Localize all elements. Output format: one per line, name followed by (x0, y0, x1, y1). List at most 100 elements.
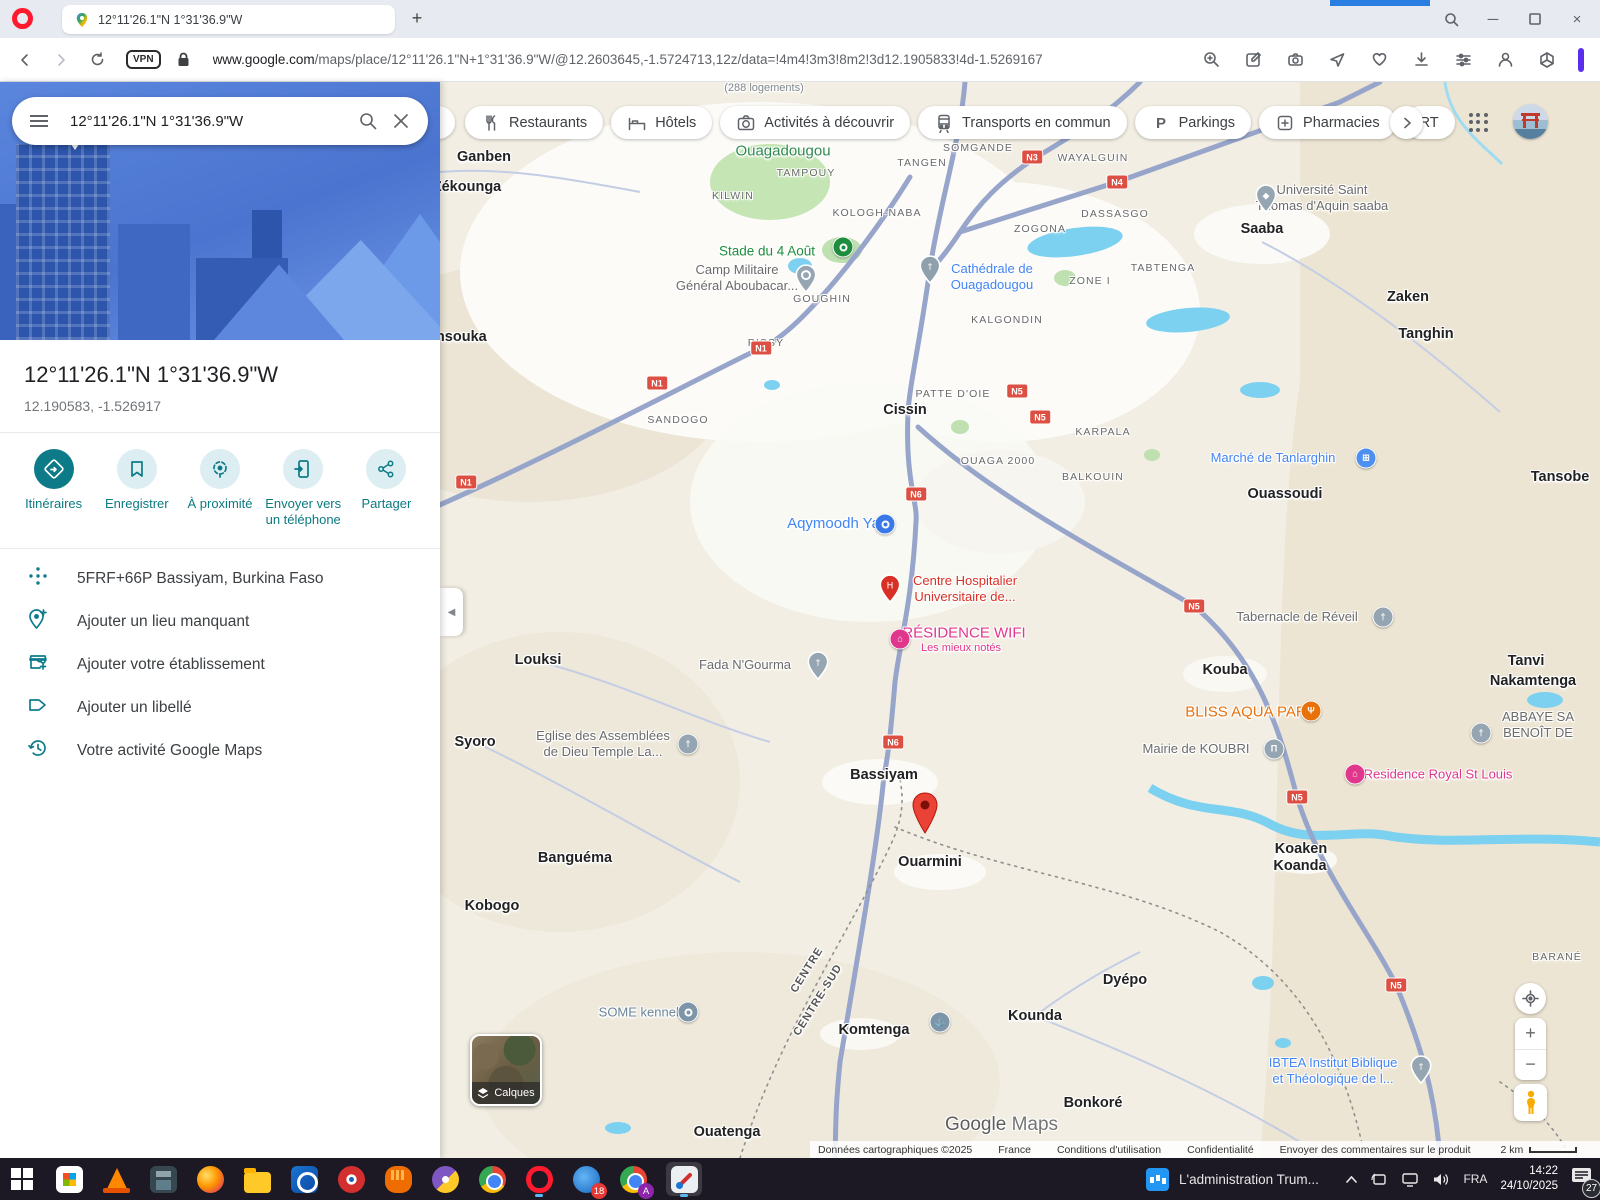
chip-h-tels[interactable]: Hôtels (611, 106, 712, 139)
reload-button[interactable] (82, 45, 112, 75)
new-tab-button[interactable]: + (405, 7, 429, 31)
action-directions-button[interactable]: Itinéraires (12, 449, 95, 528)
layers-icon (477, 1087, 489, 1099)
link-add-business[interactable]: Ajouter votre établissement (0, 643, 440, 686)
action-nearby-button[interactable]: À proximité (178, 449, 261, 528)
network-icon[interactable] (1401, 1172, 1419, 1187)
taskbar-hand-app-icon[interactable] (384, 1162, 412, 1196)
chips-scroll-right-button[interactable] (1390, 106, 1423, 139)
taskbar-profile-browser-icon[interactable]: A (619, 1162, 647, 1196)
link-history[interactable]: Votre activité Google Maps (0, 729, 440, 772)
search-box[interactable]: 12°11'26.1"N 1°31'36.9"W (12, 97, 428, 145)
browser-tab[interactable]: 12°11'26.1"N 1°31'36.9"W (62, 5, 395, 34)
attribution-item[interactable]: France (998, 1144, 1031, 1156)
clock[interactable]: 14:2224/10/2025 (1500, 1164, 1558, 1194)
extensions-sliders-icon[interactable] (1448, 45, 1478, 75)
download-icon[interactable] (1406, 45, 1436, 75)
camera-icon[interactable] (1280, 45, 1310, 75)
account-avatar[interactable] (1513, 104, 1548, 139)
category-chips: Restaurants Hôtels Activités à découvrir Tr… (465, 106, 1455, 139)
taskbar-windows-start-icon[interactable] (8, 1162, 36, 1196)
opera-logo-icon[interactable] (12, 8, 33, 29)
attribution-item[interactable]: Confidentialité (1187, 1144, 1254, 1156)
zoom-out-button[interactable]: − (1515, 1050, 1546, 1081)
chip-label: Transports en commun (962, 115, 1111, 131)
google-apps-icon[interactable] (1469, 113, 1488, 132)
taskbar-file-explorer-icon[interactable] (243, 1162, 271, 1196)
add-business-icon (27, 651, 49, 678)
back-button[interactable] (10, 45, 40, 75)
send-icon[interactable] (1322, 45, 1352, 75)
window-maximize-button[interactable] (1520, 4, 1550, 34)
taskbar-snipping-tool-icon[interactable] (666, 1162, 702, 1196)
chip-label: Restaurants (509, 115, 587, 131)
attribution-item[interactable]: Données cartographiques ©2025 (818, 1144, 972, 1156)
volume-icon[interactable] (1432, 1172, 1450, 1187)
tab-search-icon[interactable] (1436, 4, 1466, 34)
share-icon (366, 449, 406, 489)
menu-icon[interactable] (30, 115, 48, 127)
vpn-badge[interactable]: VPN (126, 50, 161, 69)
collapse-panel-button[interactable]: ◀ (440, 588, 463, 636)
taskbar-focus-app-icon[interactable] (431, 1162, 459, 1196)
chip-pharmacies[interactable]: Pharmacies (1259, 106, 1396, 139)
notification-center-button[interactable]: 27 (1571, 1167, 1592, 1191)
taskbar-red-browser-icon[interactable] (337, 1162, 365, 1196)
keyboard-language[interactable]: FRA (1463, 1172, 1487, 1186)
taskbar-vlc-icon[interactable] (102, 1162, 130, 1196)
close-search-icon[interactable] (392, 112, 410, 130)
link-add-place[interactable]: Ajouter un lieu manquant (0, 600, 440, 643)
pegman-button[interactable] (1514, 1084, 1547, 1121)
notification-badge: 27 (1582, 1179, 1600, 1198)
taskbar-firefox-icon[interactable] (196, 1162, 224, 1196)
cast-icon[interactable] (1371, 1172, 1388, 1187)
taskbar-thunderbird-icon[interactable]: 18 (572, 1162, 600, 1196)
layers-button[interactable]: Calques (470, 1034, 542, 1106)
chip-label: Hôtels (655, 115, 696, 131)
chip-transports-en-commun[interactable]: Transports en commun (918, 106, 1127, 139)
sidebar-panel-icon[interactable] (1532, 45, 1562, 75)
browser-tabstrip: 12°11'26.1"N 1°31'36.9"W + ─ × (0, 0, 1600, 38)
heart-icon[interactable] (1364, 45, 1394, 75)
taskbar-outlook-icon[interactable] (290, 1162, 318, 1196)
action-send-phone-button[interactable]: Envoyer vers un téléphone (262, 449, 345, 528)
profile-icon[interactable] (1490, 45, 1520, 75)
tray-expand-icon[interactable] (1345, 1175, 1358, 1184)
url-text[interactable]: www.google.com/maps/place/12°11'26.1"N+1… (213, 52, 1196, 67)
taskbar-chrome-icon[interactable] (478, 1162, 506, 1196)
chip-restaurants[interactable]: Restaurants (465, 106, 603, 139)
attribution-item[interactable]: Conditions d'utilisation (1057, 1144, 1161, 1156)
taskbar-badge: 18 (591, 1183, 607, 1199)
search-icon[interactable] (358, 111, 378, 131)
my-location-button[interactable] (1515, 983, 1546, 1014)
chip-label: Activités à découvrir (764, 115, 894, 131)
transit-icon (934, 113, 954, 133)
forward-button[interactable] (46, 45, 76, 75)
add-place-icon (27, 608, 49, 635)
chip-activit-s-d-couvrir[interactable]: Activités à découvrir (720, 106, 910, 139)
action-label: Envoyer vers un téléphone (263, 496, 343, 528)
chip-parkings[interactable]: PParkings (1135, 106, 1251, 139)
taskbar-calculator-icon[interactable] (149, 1162, 177, 1196)
taskbar-microsoft-store-icon[interactable] (55, 1162, 83, 1196)
taskbar-news-widget[interactable]: L'administration Trum... (1146, 1158, 1319, 1200)
attribution-item[interactable]: Envoyer des commentaires sur le produit (1280, 1144, 1471, 1156)
action-share-button[interactable]: Partager (345, 449, 428, 528)
destination-pin-icon[interactable] (910, 791, 940, 835)
lock-icon[interactable] (169, 45, 199, 75)
zoom-in-button[interactable]: + (1515, 1018, 1546, 1050)
window-minimize-button[interactable]: ─ (1478, 4, 1508, 34)
zoom-page-icon[interactable] (1196, 45, 1226, 75)
action-bookmark-button[interactable]: Enregistrer (95, 449, 178, 528)
directions-icon (34, 449, 74, 489)
action-label: À proximité (187, 496, 252, 512)
map-canvas[interactable]: GanbenZékoungaTinsoukaOuagadougouTAMPOUY… (440, 82, 1600, 1158)
window-close-button[interactable]: × (1562, 4, 1592, 34)
search-input[interactable]: 12°11'26.1"N 1°31'36.9"W (70, 113, 344, 130)
taskbar-opera-icon[interactable] (525, 1162, 553, 1196)
file-explorer-glyph (244, 1172, 271, 1193)
link-add-label[interactable]: Ajouter un libellé (0, 686, 440, 729)
link-plus-code[interactable]: 5FRF+66P Bassiyam, Burkina Faso (0, 557, 440, 600)
snapshot-icon[interactable] (1238, 45, 1268, 75)
hotel-icon (627, 113, 647, 133)
